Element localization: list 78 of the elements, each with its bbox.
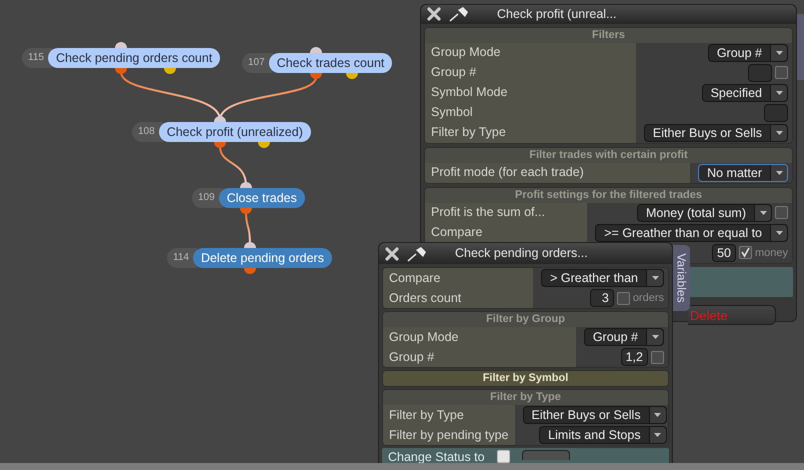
field-label: Group # xyxy=(431,64,476,82)
output-port[interactable] xyxy=(240,208,252,214)
field-label: Compare xyxy=(389,270,440,287)
output-port[interactable] xyxy=(214,142,226,148)
input-field[interactable]: 3 xyxy=(590,289,614,307)
checkbox[interactable] xyxy=(616,292,630,304)
close-icon[interactable] xyxy=(385,246,399,260)
dropdown[interactable]: Group # xyxy=(584,328,664,346)
dropdown[interactable]: > Greather than xyxy=(541,269,664,287)
unit-label: money xyxy=(754,246,788,260)
section-header[interactable]: Filter by Symbol xyxy=(383,371,668,386)
checkbox[interactable] xyxy=(775,66,788,80)
condition-port[interactable] xyxy=(346,73,358,79)
node-number: 114 xyxy=(167,248,197,268)
window-title: Check profit (unreal... xyxy=(497,6,616,23)
checkbox[interactable] xyxy=(775,206,788,220)
field-label: Profit mode (for each trade) xyxy=(431,164,584,182)
input-field[interactable] xyxy=(748,64,772,82)
field-label: Change Status to xyxy=(388,450,485,465)
field-label: Symbol Mode xyxy=(431,84,508,102)
input-port[interactable] xyxy=(240,182,252,188)
caret-icon xyxy=(760,210,766,215)
caret-icon xyxy=(776,170,782,175)
caret-icon xyxy=(776,230,782,235)
dropdown[interactable]: Limits and Stops xyxy=(539,426,667,444)
field-label: Filter by Type xyxy=(431,124,506,142)
graph-node[interactable]: Check profit (unrealized) xyxy=(158,122,311,142)
dropdown[interactable]: >= Greather than or equal to xyxy=(595,224,788,242)
graph-node[interactable]: Check trades count xyxy=(268,53,392,73)
caret-icon xyxy=(654,413,662,417)
unit-label: orders xyxy=(632,290,664,306)
field-label: Symbol xyxy=(431,104,473,122)
field-label: Group Mode xyxy=(431,44,500,62)
input-port[interactable] xyxy=(244,242,256,248)
caret-icon xyxy=(776,90,782,95)
dropdown[interactable]: No matter xyxy=(698,164,788,182)
caret-icon xyxy=(652,276,658,280)
input-port[interactable] xyxy=(310,47,322,53)
caret-icon xyxy=(654,433,662,437)
field-label: Group # xyxy=(389,348,434,366)
input-port[interactable] xyxy=(214,116,226,122)
caret-icon xyxy=(652,335,658,339)
dropdown[interactable]: Money (total sum) xyxy=(636,204,772,222)
condition-port[interactable] xyxy=(258,142,270,148)
field-label: Orders count xyxy=(389,290,462,307)
output-port[interactable] xyxy=(244,268,256,274)
node-number: 109 xyxy=(192,188,223,208)
node-number: 115 xyxy=(22,48,52,68)
dropdown[interactable]: Specified xyxy=(702,84,788,102)
output-port[interactable] xyxy=(310,73,322,79)
caret-icon xyxy=(776,130,782,135)
dropdown[interactable]: Group # xyxy=(708,44,788,62)
dropdown[interactable]: Either Buys or Sells xyxy=(522,406,667,424)
checkbox[interactable] xyxy=(651,350,664,364)
input-port[interactable] xyxy=(115,42,127,48)
field-label: Filter by pending type xyxy=(389,426,509,444)
condition-port[interactable] xyxy=(164,68,176,74)
field-label: Filter by Type xyxy=(389,406,464,424)
window-title: Check pending orders... xyxy=(455,245,588,262)
input-field[interactable]: 1,2 xyxy=(620,348,648,366)
graph-node[interactable]: Close trades xyxy=(218,188,305,208)
graph-node[interactable]: Delete pending orders xyxy=(192,248,332,268)
checkbox[interactable] xyxy=(738,246,752,260)
node-number: 108 xyxy=(132,122,163,142)
field-label: Profit is the sum of... xyxy=(431,204,545,222)
field-label: Compare xyxy=(431,224,482,242)
field-label: Group Mode xyxy=(389,328,458,346)
input-field[interactable] xyxy=(764,104,788,122)
caret-icon xyxy=(776,50,782,55)
output-port[interactable] xyxy=(115,68,127,74)
checkbox[interactable] xyxy=(496,450,510,463)
close-icon[interactable] xyxy=(427,7,441,22)
variables-tab[interactable]: Variables xyxy=(673,245,690,311)
input-field[interactable]: 50 xyxy=(712,244,736,262)
graph-node[interactable]: Check pending orders count xyxy=(48,48,220,68)
dropdown[interactable]: Either Buys or Sells xyxy=(644,124,788,142)
input-field[interactable] xyxy=(522,450,570,460)
node-number: 107 xyxy=(242,53,273,73)
